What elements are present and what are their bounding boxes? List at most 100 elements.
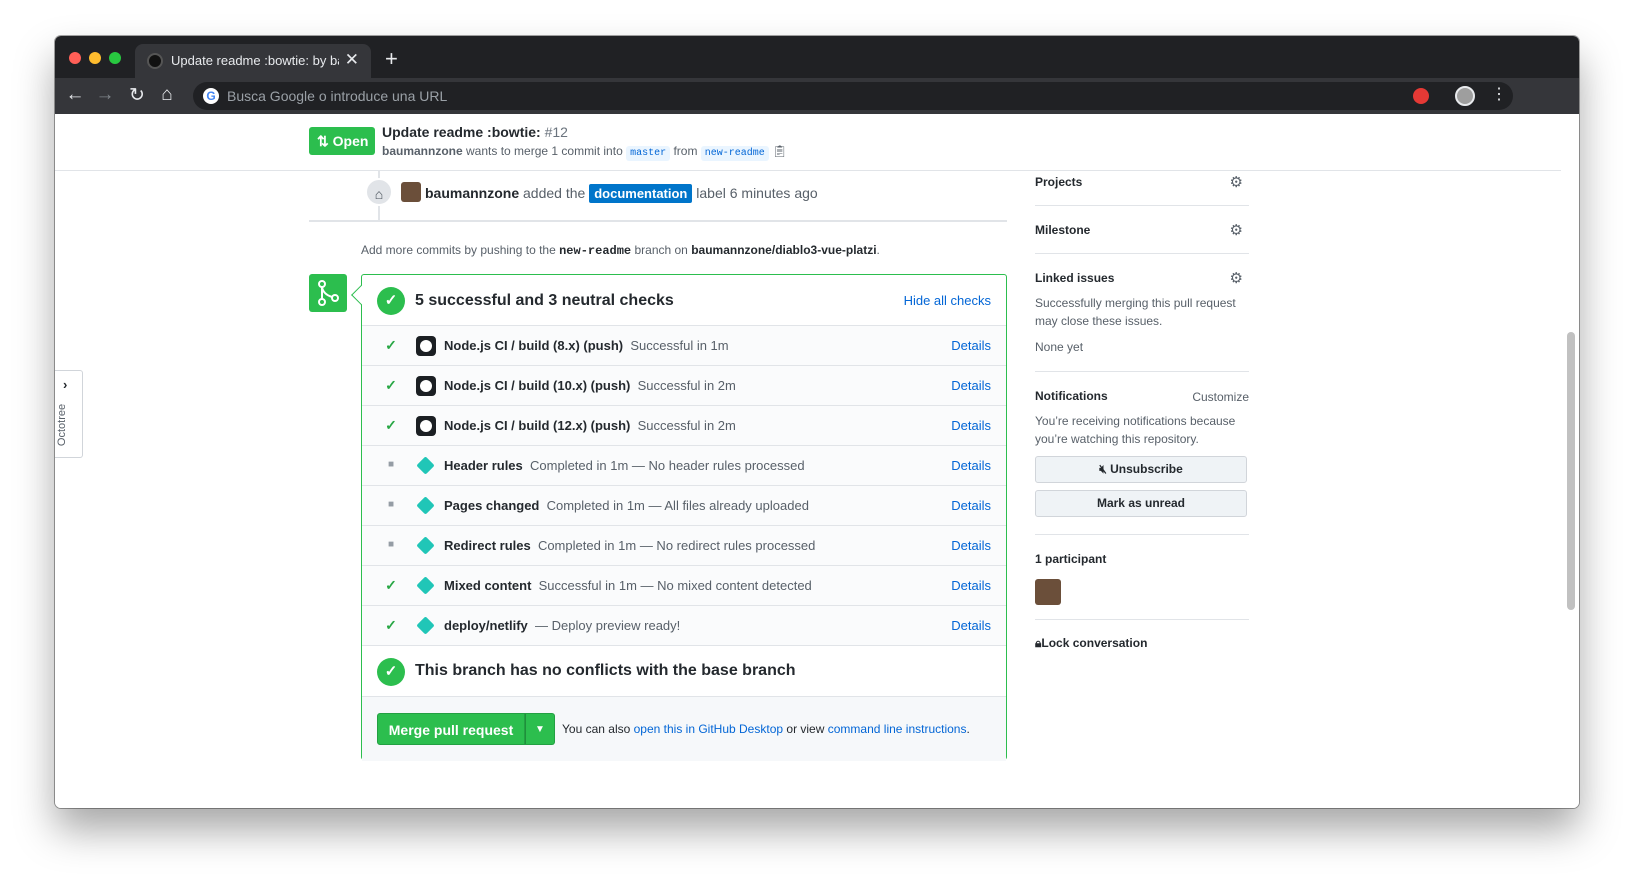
notifications-desc: You’re receiving notifications because y… <box>1035 414 1236 446</box>
timeline-divider <box>309 220 1007 222</box>
gear-icon[interactable]: ⚙ <box>1230 269 1243 287</box>
check-icon: ✓ <box>385 617 397 633</box>
unsubscribe-button[interactable]: 🔇︎ Unsubscribe <box>1035 456 1247 483</box>
merge-actions: Merge pull request ▼ You can also open t… <box>362 697 1006 761</box>
check-context: Node.js CI / build (10.x) (push) Success… <box>444 378 736 393</box>
maximize-window-button[interactable] <box>109 52 121 64</box>
check-name: Header rules <box>444 458 523 473</box>
projects-heading[interactable]: Projects <box>1035 175 1082 189</box>
check-icon: ✓ <box>385 377 397 393</box>
milestone-heading[interactable]: Milestone <box>1035 223 1090 237</box>
git-pull-request-icon: ⇅ <box>317 133 333 149</box>
from-text: from <box>673 144 698 158</box>
address-bar[interactable]: G Busca Google o introduce una URL <box>193 82 1513 110</box>
milestone-section: Milestone ⚙ <box>1035 206 1249 254</box>
cli-instructions-link[interactable]: command line instructions <box>828 722 967 736</box>
hint-repo: baumannzone/diablo3-vue-platzi <box>691 243 877 257</box>
pr-author[interactable]: baumannzone <box>382 144 463 158</box>
tab-strip: Update readme :bowtie: by baumannzone ✕ … <box>55 36 1579 78</box>
check-icon: ✓ <box>385 337 397 353</box>
close-window-button[interactable] <box>69 52 81 64</box>
check-icon: ✓ <box>385 577 397 593</box>
checks-header: ✓ 5 successful and 3 neutral checks Hide… <box>362 275 1006 326</box>
browser-toolbar: ← → ↻ ⌂ G Busca Google o introduce una U… <box>55 78 1579 114</box>
base-branch[interactable]: master <box>626 146 671 161</box>
check-name: deploy/netlify <box>444 618 528 633</box>
check-icon: ✓ <box>385 417 397 433</box>
netlify-icon <box>416 616 436 636</box>
hide-checks-link[interactable]: Hide all checks <box>904 293 991 308</box>
unsubscribe-label: Unsubscribe <box>1110 462 1183 476</box>
lock-conversation-link[interactable]: 🔒︎Lock conversation <box>1035 636 1147 651</box>
square-icon: ■ <box>387 459 395 470</box>
netlify-icon <box>416 456 436 476</box>
head-branch[interactable]: new-readme <box>700 146 769 161</box>
linked-issues-section: Linked issues ⚙ Successfully merging thi… <box>1035 254 1249 372</box>
netlify-icon <box>416 576 436 596</box>
octotree-toggle[interactable]: › Octotree <box>55 370 83 458</box>
details-link[interactable]: Details <box>951 418 991 433</box>
reload-icon[interactable]: ↻ <box>125 84 149 107</box>
chevron-right-icon: › <box>63 377 68 392</box>
hint-pre: Add more commits by pushing to the <box>361 243 556 257</box>
check-row: ■ Pages changed Completed in 1m — All fil… <box>362 486 1006 526</box>
netlify-icon <box>416 496 436 516</box>
github-actions-icon <box>416 336 436 356</box>
check-context: deploy/netlify — Deploy preview ready! <box>444 618 680 633</box>
check-name: Node.js CI / build (10.x) (push) <box>444 378 631 393</box>
git-merge-icon <box>309 274 347 312</box>
participants-section: 1 participant <box>1035 535 1249 620</box>
pr-meta: baumannzone wants to merge 1 commit into… <box>382 144 787 161</box>
profile-avatar-icon[interactable] <box>1455 86 1475 106</box>
avatar[interactable] <box>1035 579 1061 605</box>
details-link[interactable]: Details <box>951 578 991 593</box>
details-link[interactable]: Details <box>951 618 991 633</box>
merge-method-dropdown[interactable]: ▼ <box>525 713 555 745</box>
check-circle-icon: ✓ <box>377 287 405 315</box>
check-description: Completed in 1m — All files already uplo… <box>546 498 809 513</box>
gear-icon[interactable]: ⚙ <box>1230 173 1243 191</box>
browser-tab[interactable]: Update readme :bowtie: by baumannzone ✕ <box>135 44 371 78</box>
check-context: Pages changed Completed in 1m — All file… <box>444 498 809 513</box>
extension-adblock-icon[interactable] <box>1413 88 1429 104</box>
hint-mid: branch on <box>634 243 688 257</box>
details-link[interactable]: Details <box>951 498 991 513</box>
linked-issues-desc: Successfully merging this pull request m… <box>1035 296 1236 328</box>
page-title: Update readme :bowtie: #12 <box>382 124 568 140</box>
details-link[interactable]: Details <box>951 338 991 353</box>
tag-icon: ⌂ <box>365 178 393 206</box>
clipboard-icon[interactable]: 📋︎ <box>772 144 787 158</box>
mark-unread-button[interactable]: Mark as unread <box>1035 490 1247 517</box>
google-icon: G <box>203 88 219 104</box>
projects-section: Projects ⚙ <box>1035 171 1249 206</box>
home-icon[interactable]: ⌂ <box>155 84 179 106</box>
merge-text: wants to merge 1 commit into <box>466 144 623 158</box>
forward-arrow-icon[interactable]: → <box>93 84 117 106</box>
back-arrow-icon[interactable]: ← <box>63 84 87 106</box>
label-event: baumannzone added the documentation labe… <box>401 182 818 203</box>
page-scrollbar[interactable] <box>1567 332 1575 610</box>
details-link[interactable]: Details <box>951 538 991 553</box>
check-row: ✓ Node.js CI / build (8.x) (push) Success… <box>362 326 1006 366</box>
check-context: Node.js CI / build (8.x) (push) Successf… <box>444 338 729 353</box>
gear-icon[interactable]: ⚙ <box>1230 221 1243 239</box>
open-desktop-link[interactable]: open this in GitHub Desktop <box>634 722 783 736</box>
linked-issues-heading[interactable]: Linked issues <box>1035 271 1114 285</box>
details-link[interactable]: Details <box>951 458 991 473</box>
check-name: Mixed content <box>444 578 532 593</box>
details-link[interactable]: Details <box>951 378 991 393</box>
customize-link[interactable]: Customize <box>1192 388 1249 406</box>
merge-pull-request-button[interactable]: Merge pull request <box>377 713 525 745</box>
avatar[interactable] <box>401 182 421 202</box>
check-context: Node.js CI / build (12.x) (push) Success… <box>444 418 736 433</box>
lock-label: Lock conversation <box>1041 636 1148 650</box>
documentation-label[interactable]: documentation <box>589 184 693 203</box>
minimize-window-button[interactable] <box>89 52 101 64</box>
new-tab-button[interactable]: + <box>385 46 398 72</box>
merge-note: You can also open this in GitHub Desktop… <box>562 722 970 736</box>
tab-close-icon[interactable]: ✕ <box>345 50 359 70</box>
menu-dots-icon[interactable]: ⋮ <box>1487 84 1511 104</box>
pr-title-text: Update readme :bowtie: <box>382 124 541 140</box>
event-user[interactable]: baumannzone <box>425 185 519 201</box>
pr-number: #12 <box>544 124 568 140</box>
